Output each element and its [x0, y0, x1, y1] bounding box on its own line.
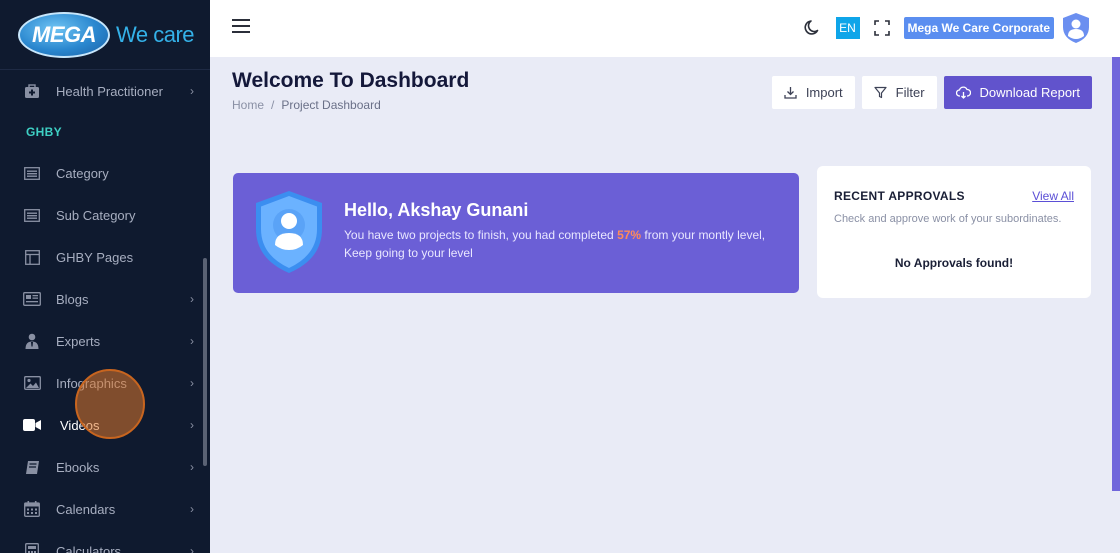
sidebar-item-infographics[interactable]: Infographics › — [0, 362, 210, 404]
fullscreen-icon[interactable] — [873, 20, 890, 36]
brand-logo[interactable]: MEGA We care — [0, 0, 210, 70]
user-avatar-icon[interactable] — [1062, 12, 1090, 44]
breadcrumb-current: Project Dashboard — [281, 98, 381, 112]
chevron-right-icon: › — [190, 418, 194, 432]
topbar: EN Mega We Care Corporate — [210, 0, 1120, 57]
breadcrumb-separator: / — [271, 98, 275, 112]
sidebar-item-experts[interactable]: Experts › — [0, 320, 210, 362]
list-icon — [23, 165, 41, 181]
brand-tagline: We care — [116, 21, 195, 47]
chevron-right-icon: › — [190, 502, 194, 516]
recent-approvals-subtitle: Check and approve work of your subordina… — [834, 213, 1062, 225]
image-icon — [23, 375, 41, 391]
download-report-label: Download Report — [979, 85, 1080, 100]
sidebar-item-calculators[interactable]: Calculators › — [0, 530, 210, 553]
page-title: Welcome To Dashboard — [232, 69, 470, 92]
user-tie-icon — [23, 333, 41, 349]
sidebar-item-label: Ebooks — [56, 459, 100, 475]
sidebar-item-label: Calculators — [56, 543, 122, 553]
sidebar-item-label: Blogs — [56, 291, 89, 307]
sidebar-item-label: Health Practitioner — [56, 83, 163, 99]
calendar-icon — [23, 501, 41, 517]
empty-state: No Approvals found! — [894, 256, 1014, 270]
download-icon — [784, 86, 797, 99]
medical-bag-icon — [23, 83, 41, 99]
sidebar-item-label: Calendars — [56, 501, 116, 517]
sidebar-item-label: GHBY Pages — [56, 249, 134, 265]
chevron-right-icon: › — [190, 460, 194, 474]
language-selector[interactable]: EN — [835, 17, 860, 39]
sidebar-item-label: Videos — [60, 417, 100, 433]
book-icon — [23, 459, 41, 475]
video-icon — [23, 417, 41, 433]
calculator-icon — [23, 543, 41, 553]
newspaper-icon — [23, 291, 41, 307]
sidebar-scrollbar[interactable] — [203, 258, 207, 466]
welcome-card: Hello, Akshay Gunani You have two projec… — [233, 173, 799, 293]
progress-percent: 57% — [617, 228, 642, 242]
layout-icon — [23, 249, 41, 265]
filter-label: Filter — [895, 85, 925, 100]
sidebar-item-label: Infographics — [56, 375, 127, 391]
recent-approvals-title: RECENT APPROVALS — [834, 189, 965, 203]
sidebar-item-label: Category — [56, 165, 109, 181]
sidebar-item-blogs[interactable]: Blogs › — [0, 278, 210, 320]
sidebar-item-category[interactable]: Category — [0, 152, 210, 194]
sidebar-item-ghby-pages[interactable]: GHBY Pages — [0, 236, 210, 278]
chevron-right-icon: › — [190, 292, 194, 306]
breadcrumb-home[interactable]: Home — [232, 98, 264, 112]
greeting-message-start: You have two projects to finish, you had… — [344, 228, 618, 242]
filter-icon — [874, 86, 887, 99]
filter-button[interactable]: Filter — [861, 76, 937, 109]
sidebar-item-sub-category[interactable]: Sub Category — [0, 194, 210, 236]
chevron-right-icon: › — [190, 84, 194, 98]
mega-logo: MEGA — [18, 11, 110, 58]
greeting-message: You have two projects to finish, you had… — [344, 226, 784, 262]
sidebar-item-videos[interactable]: Videos › — [0, 404, 210, 446]
list-icon — [23, 207, 41, 223]
sidebar-nav: Health Practitioner › GHBY Category Sub … — [0, 70, 210, 553]
menu-toggle-icon[interactable] — [232, 19, 250, 35]
import-button[interactable]: Import — [771, 76, 855, 109]
section-title-ghby: GHBY — [26, 125, 62, 139]
page-actions: Import Filter Download Report — [765, 76, 1092, 109]
dark-mode-toggle-icon[interactable] — [804, 19, 822, 37]
view-all-link[interactable]: View All — [1032, 189, 1074, 203]
chevron-right-icon: › — [190, 376, 194, 390]
cloud-download-icon — [955, 86, 971, 99]
sidebar-item-calendars[interactable]: Calendars › — [0, 488, 210, 530]
chevron-right-icon: › — [190, 334, 194, 348]
topbar-actions: EN Mega We Care Corporate — [804, 13, 1090, 43]
sidebar-item-label: Experts — [56, 333, 101, 349]
user-shield-icon — [254, 189, 324, 275]
sidebar: MEGA We care Health Practitioner › GHBY … — [0, 0, 210, 553]
breadcrumb: Home / Project Dashboard — [232, 98, 381, 112]
chevron-right-icon: › — [190, 544, 194, 553]
sidebar-item-label: Sub Category — [56, 207, 136, 223]
sidebar-item-ebooks[interactable]: Ebooks › — [0, 446, 210, 488]
import-label: Import — [805, 85, 843, 100]
greeting: Hello, Akshay Gunani — [344, 200, 529, 220]
right-edge-indicator — [1112, 57, 1120, 491]
download-report-button[interactable]: Download Report — [943, 76, 1092, 109]
recent-approvals-card: RECENT APPROVALS View All Check and appr… — [817, 166, 1091, 298]
sidebar-item-health-practitioner[interactable]: Health Practitioner › — [0, 70, 210, 112]
organization-badge[interactable]: Mega We Care Corporate — [903, 17, 1054, 39]
